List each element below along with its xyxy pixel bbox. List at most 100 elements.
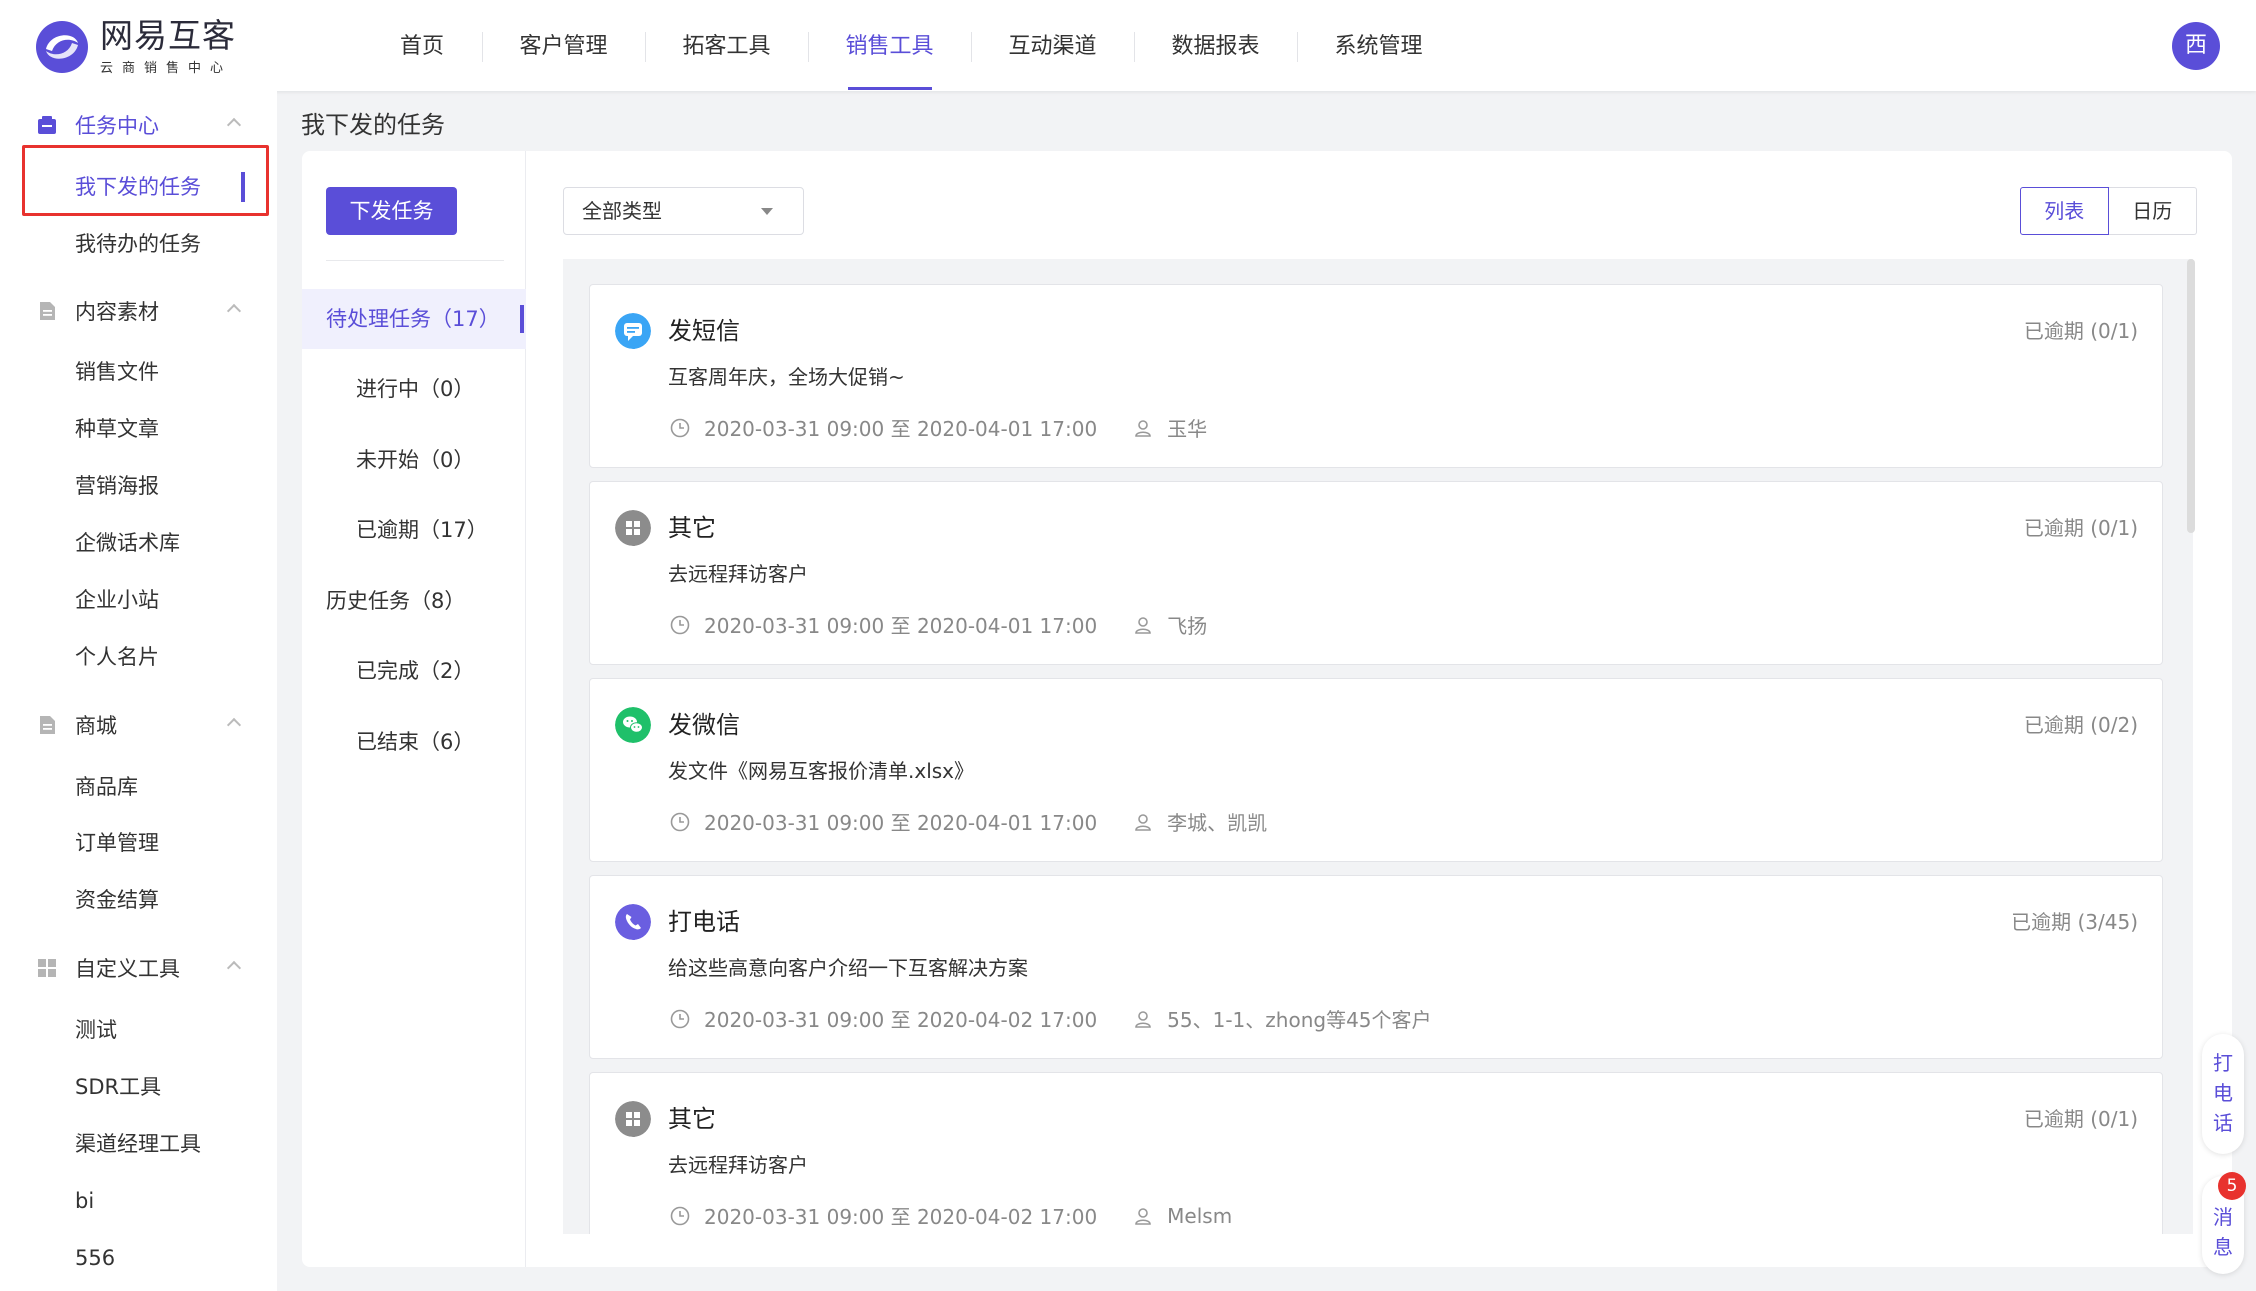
- sidebar-item-scripts[interactable]: 企微话术库: [75, 528, 180, 558]
- sidebar-group-store[interactable]: 商城: [0, 700, 277, 750]
- user-icon: [1135, 1207, 1151, 1225]
- dropdown-arrow-icon: [761, 208, 773, 215]
- nav-item-channels[interactable]: 互动渠道: [971, 0, 1134, 91]
- user-avatar[interactable]: 西: [2172, 22, 2220, 70]
- float-call-button[interactable]: 打电话: [2202, 1034, 2244, 1154]
- task-filter-panel: 下发任务 待处理任务（17） 进行中（0） 未开始（0） 已逾期（17） 历史任…: [302, 151, 526, 1267]
- brand-logo[interactable]: 网易互客 云商销售中心: [34, 17, 236, 76]
- task-status: 已逾期 (0/1): [2023, 1107, 2138, 1131]
- nav-item-system[interactable]: 系统管理: [1297, 0, 1460, 91]
- user-icon: [1135, 616, 1151, 634]
- task-assignee: 55、1-1、zhong等45个客户: [1167, 1008, 1432, 1032]
- collapse-caret-icon[interactable]: [226, 717, 242, 733]
- task-assignee: 李城、凯凯: [1167, 811, 1268, 835]
- filter-history[interactable]: 历史任务（8）: [302, 571, 526, 631]
- top-header: 网易互客 云商销售中心 首页 客户管理 拓客工具 销售工具 互动渠道 数据报表 …: [0, 0, 2256, 91]
- grid-icon: [38, 959, 56, 977]
- logo-mark-icon: [34, 19, 90, 75]
- task-time: 2020-03-31 09:00 至 2020-04-02 17:00: [704, 1205, 1098, 1229]
- nav-item-reports[interactable]: 数据报表: [1134, 0, 1297, 91]
- view-list-button[interactable]: 列表: [2020, 187, 2109, 235]
- sidebar-item-bi[interactable]: bi: [75, 1186, 94, 1216]
- filter-ended[interactable]: 已结束（6）: [302, 712, 526, 772]
- task-description: 互客周年庆，全场大促销~: [668, 365, 905, 389]
- task-card[interactable]: 打电话 已逾期 (3/45) 给这些高意向客户介绍一下互客解决方案 2020-0…: [589, 875, 2163, 1059]
- filter-pending[interactable]: 待处理任务（17）: [302, 289, 526, 349]
- user-icon: [1135, 419, 1151, 437]
- task-status: 已逾期 (0/1): [2023, 516, 2138, 540]
- view-calendar-button[interactable]: 日历: [2108, 187, 2197, 235]
- clock-icon: [670, 812, 690, 831]
- filter-not-started[interactable]: 未开始（0）: [302, 430, 526, 490]
- task-type: 发短信: [668, 317, 740, 345]
- clock-icon: [670, 1009, 690, 1028]
- user-icon: [1135, 1010, 1151, 1028]
- filter-in-progress[interactable]: 进行中（0）: [302, 359, 526, 419]
- task-status: 已逾期 (0/1): [2023, 319, 2138, 343]
- task-time: 2020-03-31 09:00 至 2020-04-01 17:00: [704, 614, 1098, 638]
- filter-completed[interactable]: 已完成（2）: [302, 641, 526, 701]
- other-icon: [615, 510, 651, 546]
- brand-name: 网易互客: [100, 16, 236, 55]
- sidebar-group-content[interactable]: 内容素材: [0, 286, 277, 336]
- task-status: 已逾期 (3/45): [2011, 910, 2138, 934]
- collapse-caret-icon[interactable]: [226, 960, 242, 976]
- task-description: 发文件《网易互客报价清单.xlsx》: [668, 759, 975, 783]
- sidebar-item-test[interactable]: 测试: [75, 1015, 117, 1045]
- collapse-caret-icon[interactable]: [226, 117, 242, 133]
- task-card[interactable]: 发微信 已逾期 (0/2) 发文件《网易互客报价清单.xlsx》 2020-03…: [589, 678, 2163, 862]
- task-assignee: 飞扬: [1167, 614, 1208, 638]
- task-type-select[interactable]: 全部类型: [563, 187, 804, 235]
- sidebar-item-556[interactable]: 556: [75, 1243, 115, 1273]
- float-call-label: 打电话: [2213, 1051, 2233, 1135]
- sidebar-item-sdr-tools[interactable]: SDR工具: [75, 1072, 161, 1102]
- task-card[interactable]: 其它 已逾期 (0/1) 去远程拜访客户 2020-03-31 09:00 至 …: [589, 1072, 2163, 1234]
- task-center-icon: [38, 116, 56, 134]
- phone-icon: [615, 904, 651, 940]
- highlight-box: [22, 145, 269, 216]
- document-icon: [40, 302, 55, 320]
- view-toggle: 列表 日历: [2020, 187, 2197, 235]
- float-message-label: 消息: [2213, 1205, 2233, 1259]
- task-time: 2020-03-31 09:00 至 2020-04-02 17:00: [704, 1008, 1098, 1032]
- store-icon: [40, 716, 55, 734]
- sidebar-item-channel-manager[interactable]: 渠道经理工具: [75, 1129, 201, 1159]
- task-card[interactable]: 其它 已逾期 (0/1) 去远程拜访客户 2020-03-31 09:00 至 …: [589, 481, 2163, 665]
- filter-overdue[interactable]: 已逾期（17）: [302, 500, 526, 560]
- sidebar-item-orders[interactable]: 订单管理: [75, 828, 159, 858]
- publish-task-button[interactable]: 下发任务: [326, 187, 457, 235]
- main-nav: 首页 客户管理 拓客工具 销售工具 互动渠道 数据报表 系统管理: [362, 0, 1460, 91]
- collapse-caret-icon[interactable]: [226, 303, 242, 319]
- wechat-icon: [615, 707, 651, 743]
- sidebar-item-posters[interactable]: 营销海报: [75, 471, 159, 501]
- sidebar-item-sales-files[interactable]: 销售文件: [75, 357, 159, 387]
- nav-item-home[interactable]: 首页: [362, 0, 482, 91]
- sidebar-item-business-card[interactable]: 个人名片: [75, 642, 159, 672]
- sidebar-item-products[interactable]: 商品库: [75, 772, 138, 802]
- brand-subtitle: 云商销售中心: [100, 61, 233, 76]
- clock-icon: [670, 615, 690, 634]
- divider: [326, 260, 504, 261]
- sidebar-group-custom-tools[interactable]: 自定义工具: [0, 943, 277, 993]
- sidebar-item-my-todo-tasks[interactable]: 我待办的任务: [75, 229, 201, 259]
- nav-item-sales-tools[interactable]: 销售工具: [808, 0, 971, 91]
- task-type: 其它: [668, 514, 716, 542]
- sidebar-group-task-center[interactable]: 任务中心: [0, 100, 277, 150]
- sidebar-item-articles[interactable]: 种草文章: [75, 414, 159, 444]
- task-type: 其它: [668, 1105, 716, 1133]
- task-assignee: 玉华: [1167, 417, 1208, 441]
- task-type: 打电话: [668, 908, 740, 936]
- sidebar-item-settlement[interactable]: 资金结算: [75, 885, 159, 915]
- nav-item-prospecting[interactable]: 拓客工具: [645, 0, 808, 91]
- task-card[interactable]: 发短信 已逾期 (0/1) 互客周年庆，全场大促销~ 2020-03-31 09…: [589, 284, 2163, 468]
- other-icon: [615, 1101, 651, 1137]
- nav-item-customers[interactable]: 客户管理: [482, 0, 645, 91]
- task-time: 2020-03-31 09:00 至 2020-04-01 17:00: [704, 417, 1098, 441]
- list-scrollbar[interactable]: [2187, 259, 2195, 533]
- sidebar-item-microsite[interactable]: 企业小站: [75, 585, 159, 615]
- task-time: 2020-03-31 09:00 至 2020-04-01 17:00: [704, 811, 1098, 835]
- clock-icon: [670, 418, 690, 437]
- task-list: 发短信 已逾期 (0/1) 互客周年庆，全场大促销~ 2020-03-31 09…: [563, 259, 2193, 1234]
- task-description: 给这些高意向客户介绍一下互客解决方案: [668, 956, 1028, 980]
- task-assignee: Melsm: [1167, 1203, 1233, 1228]
